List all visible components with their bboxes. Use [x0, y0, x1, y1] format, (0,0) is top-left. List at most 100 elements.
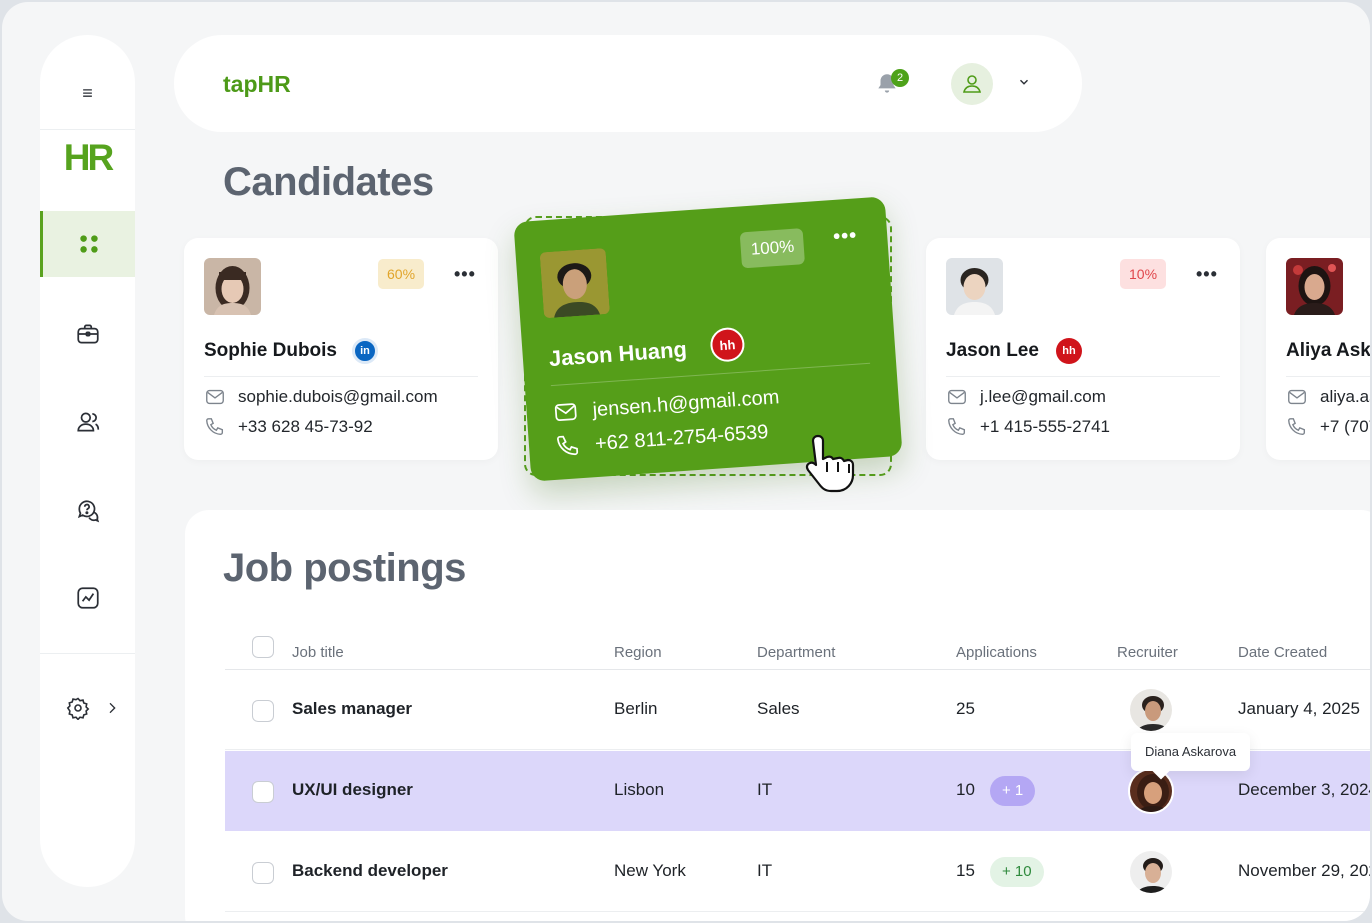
sidebar: ≡ HR: [40, 35, 135, 887]
candidate-photo: [539, 247, 611, 319]
new-applications-badge: + 10: [990, 857, 1044, 887]
mail-icon: [206, 389, 224, 405]
sidebar-item-jobs[interactable]: [40, 301, 135, 367]
divider: [1286, 376, 1370, 377]
hand-cursor-icon: [805, 434, 855, 493]
phone-icon: [948, 418, 966, 436]
hh-icon[interactable]: hh: [1056, 338, 1082, 364]
column-header[interactable]: Recruiter: [1117, 644, 1178, 661]
divider: [40, 653, 135, 654]
phone-icon: [206, 418, 224, 436]
brand-name: tapHR: [223, 71, 291, 97]
table-row[interactable]: Backend developer New York IT 15 + 10 No…: [225, 832, 1370, 912]
select-all-checkbox[interactable]: [252, 636, 274, 658]
column-header[interactable]: Department: [757, 644, 835, 661]
phone-text: +33 628 45-73-92: [238, 417, 373, 436]
sidebar-item-analytics[interactable]: [40, 565, 135, 631]
date-created: January 4, 2025: [1238, 699, 1360, 718]
email-text: sophie.dubois@gmail.com: [238, 387, 438, 406]
user-avatar-button[interactable]: [951, 63, 993, 105]
mail-icon: [948, 389, 966, 405]
job-postings-title: Job postings: [223, 546, 466, 590]
region: Lisbon: [614, 780, 665, 799]
candidate-photo: [1286, 258, 1343, 315]
candidate-card[interactable]: 10% ••• Jason Lee hh j.lee@gmail.com +1 …: [926, 238, 1240, 460]
email-text: jensen.h@gmail.com: [591, 385, 781, 421]
email-text: aliya.as: [1320, 387, 1370, 406]
email-text: j.lee@gmail.com: [980, 387, 1106, 406]
candidate-email: j.lee@gmail.com: [946, 386, 1106, 408]
notification-badge: 2: [891, 69, 909, 87]
recruiter-avatar[interactable]: [1128, 687, 1174, 733]
department: IT: [757, 861, 773, 880]
row-checkbox[interactable]: [252, 700, 274, 722]
analytics-icon: [76, 587, 99, 609]
row-checkbox[interactable]: [252, 862, 274, 884]
new-applications-badge: + 1: [990, 776, 1036, 806]
more-options-icon[interactable]: •••: [1196, 264, 1218, 285]
divider: [204, 376, 478, 377]
chevron-right-icon: [109, 702, 116, 714]
hh-icon[interactable]: hh: [709, 326, 746, 363]
applications: 15: [956, 861, 975, 880]
sidebar-item-candidates[interactable]: [40, 389, 135, 455]
phone-text: +1 415-555-2741: [980, 417, 1110, 436]
settings-button[interactable]: [66, 696, 120, 720]
chevron-down-icon[interactable]: [1017, 75, 1031, 89]
candidate-email: sophie.dubois@gmail.com: [204, 386, 438, 408]
column-header[interactable]: Job title: [292, 644, 344, 661]
column-header[interactable]: Date Created: [1238, 644, 1327, 661]
more-options-icon[interactable]: •••: [454, 264, 476, 285]
mail-icon: [554, 403, 577, 421]
region: Berlin: [614, 699, 658, 718]
sidebar-item-help[interactable]: [40, 477, 135, 543]
phone-icon: [1288, 418, 1306, 436]
more-options-icon[interactable]: •••: [832, 224, 858, 249]
candidates-title: Candidates: [223, 160, 434, 204]
date-created: November 29, 2024: [1238, 861, 1370, 880]
candidate-name: Jason Lee: [946, 340, 1039, 361]
region: New York: [614, 861, 686, 880]
user-icon: [962, 75, 982, 93]
divider: [40, 129, 135, 130]
linkedin-icon[interactable]: in: [352, 338, 378, 364]
phone-text: +62 811-2754-6539: [594, 420, 770, 455]
applications: 25: [956, 699, 975, 718]
match-score-badge: 100%: [739, 228, 806, 269]
match-score-badge: 60%: [378, 259, 425, 289]
sidebar-item-dashboard[interactable]: [40, 211, 135, 277]
candidate-phone: +33 628 45-73-92: [204, 416, 373, 438]
candidate-phone: +1 415-555-2741: [946, 416, 1110, 438]
candidate-card[interactable]: Aliya Ask aliya.as +7 (707: [1266, 238, 1370, 460]
candidate-photo: [204, 258, 261, 315]
candidate-card[interactable]: 60% ••• Sophie Dubois in sophie.dubois@g…: [184, 238, 498, 460]
divider: [946, 376, 1220, 377]
briefcase-icon: [76, 324, 99, 344]
job-title: UX/UI designer: [292, 780, 413, 799]
top-bar: tapHR 2: [174, 35, 1082, 132]
recruiter-tooltip: Diana Askarova: [1131, 733, 1251, 771]
department: IT: [757, 780, 773, 799]
recruiter-avatar[interactable]: [1128, 849, 1174, 895]
candidate-photo: [946, 258, 1003, 315]
candidate-name: Aliya Ask: [1286, 340, 1370, 361]
applications: 10: [956, 780, 975, 799]
row-checkbox[interactable]: [252, 781, 274, 803]
candidate-phone: +62 811-2754-6539: [554, 419, 769, 460]
job-title: Backend developer: [292, 861, 448, 880]
column-header[interactable]: Region: [614, 644, 662, 661]
mail-icon: [1288, 389, 1306, 405]
column-header[interactable]: Applications: [956, 644, 1037, 661]
candidate-name: Sophie Dubois: [204, 340, 337, 361]
phone-text: +7 (707: [1320, 417, 1370, 436]
app-logo: HR: [63, 137, 114, 178]
help-chat-icon: [77, 500, 99, 523]
menu-icon[interactable]: ≡: [40, 83, 135, 104]
app-window: ≡ HR tapHR 2 Candidates 60% ••• Sophie D…: [2, 2, 1370, 921]
phone-icon: [557, 435, 579, 456]
department: Sales: [757, 699, 800, 718]
date-created: December 3, 2024: [1238, 780, 1370, 799]
recruiter-avatar[interactable]: [1128, 768, 1174, 814]
job-postings-panel: Job postings Job title Region Department…: [185, 510, 1370, 921]
candidate-phone: +7 (707: [1286, 416, 1370, 438]
